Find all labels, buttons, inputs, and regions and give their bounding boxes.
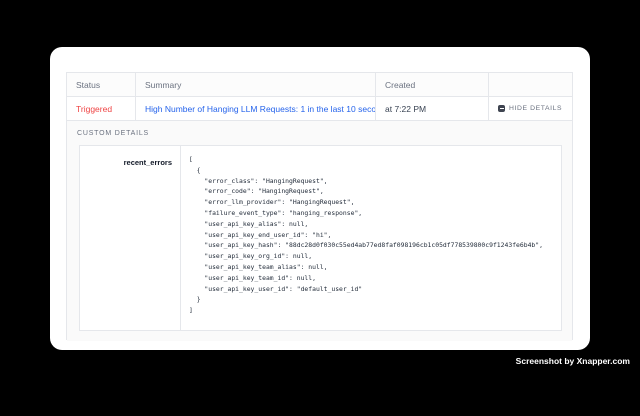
column-header-actions	[489, 73, 572, 96]
column-header-status: Status	[67, 73, 136, 96]
field-label-column: recent_errors	[80, 146, 181, 330]
table-header-row: Status Summary Created	[67, 73, 572, 97]
json-code-column: [ { "error_class": "HangingRequest", "er…	[181, 146, 561, 330]
summary-cell: High Number of Hanging LLM Requests: 1 i…	[136, 97, 376, 120]
field-label-recent-errors: recent_errors	[124, 158, 172, 167]
recent-errors-json: [ { "error_class": "HangingRequest", "er…	[181, 146, 561, 316]
column-header-created: Created	[376, 73, 489, 96]
alert-summary-link[interactable]: High Number of Hanging LLM Requests: 1 i…	[145, 104, 376, 114]
alert-row: Triggered High Number of Hanging LLM Req…	[67, 97, 572, 121]
custom-details-title: Custom Details	[77, 130, 149, 137]
hide-details-button[interactable]: Hide Details	[498, 105, 562, 112]
watermark: Screenshot by Xnapper.com	[516, 356, 630, 366]
alert-card: Status Summary Created Triggered High Nu…	[50, 47, 590, 350]
status-cell: Triggered	[67, 97, 136, 120]
alerts-table: Status Summary Created Triggered High Nu…	[66, 72, 573, 340]
created-cell: at 7:22 PM	[376, 97, 489, 120]
page-background: { "colors": { "background": "#000000", "…	[0, 0, 640, 416]
column-header-summary: Summary	[136, 73, 376, 96]
actions-cell: Hide Details	[489, 97, 572, 120]
status-badge: Triggered	[76, 104, 112, 114]
custom-details-panel: Custom Details recent_errors [ { "error_…	[67, 121, 572, 341]
custom-details-box: recent_errors [ { "error_class": "Hangin…	[79, 145, 562, 331]
hide-details-label: Hide Details	[509, 105, 562, 112]
collapse-minus-icon	[498, 105, 505, 112]
